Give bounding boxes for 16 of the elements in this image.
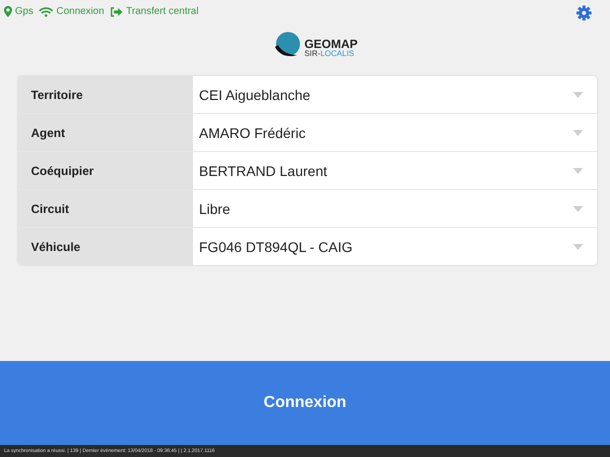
select-field[interactable]: FG046 DT894QL - CAIG [193, 228, 597, 265]
field-label: Agent [18, 114, 193, 151]
select-field[interactable]: Libre [193, 190, 597, 227]
field-label: Coéquipier [18, 152, 193, 189]
logo-title: GEOMAP [304, 38, 358, 50]
connect-button[interactable]: Connexion [0, 361, 610, 445]
select-field[interactable]: BERTRAND Laurent [193, 152, 597, 189]
field-label: Territoire [18, 76, 193, 113]
status-label: Transfert central [126, 6, 199, 17]
status-label: Gps [15, 6, 34, 17]
field-label: Véhicule [18, 228, 193, 265]
select-field[interactable]: CEI Aigueblanche [193, 76, 597, 113]
status-label: Connexion [56, 6, 104, 17]
logo-subtitle: SIR-LOCALIS [304, 50, 356, 58]
select-field[interactable]: AMARO Frédéric [193, 114, 597, 151]
field-label: Circuit [18, 190, 193, 227]
